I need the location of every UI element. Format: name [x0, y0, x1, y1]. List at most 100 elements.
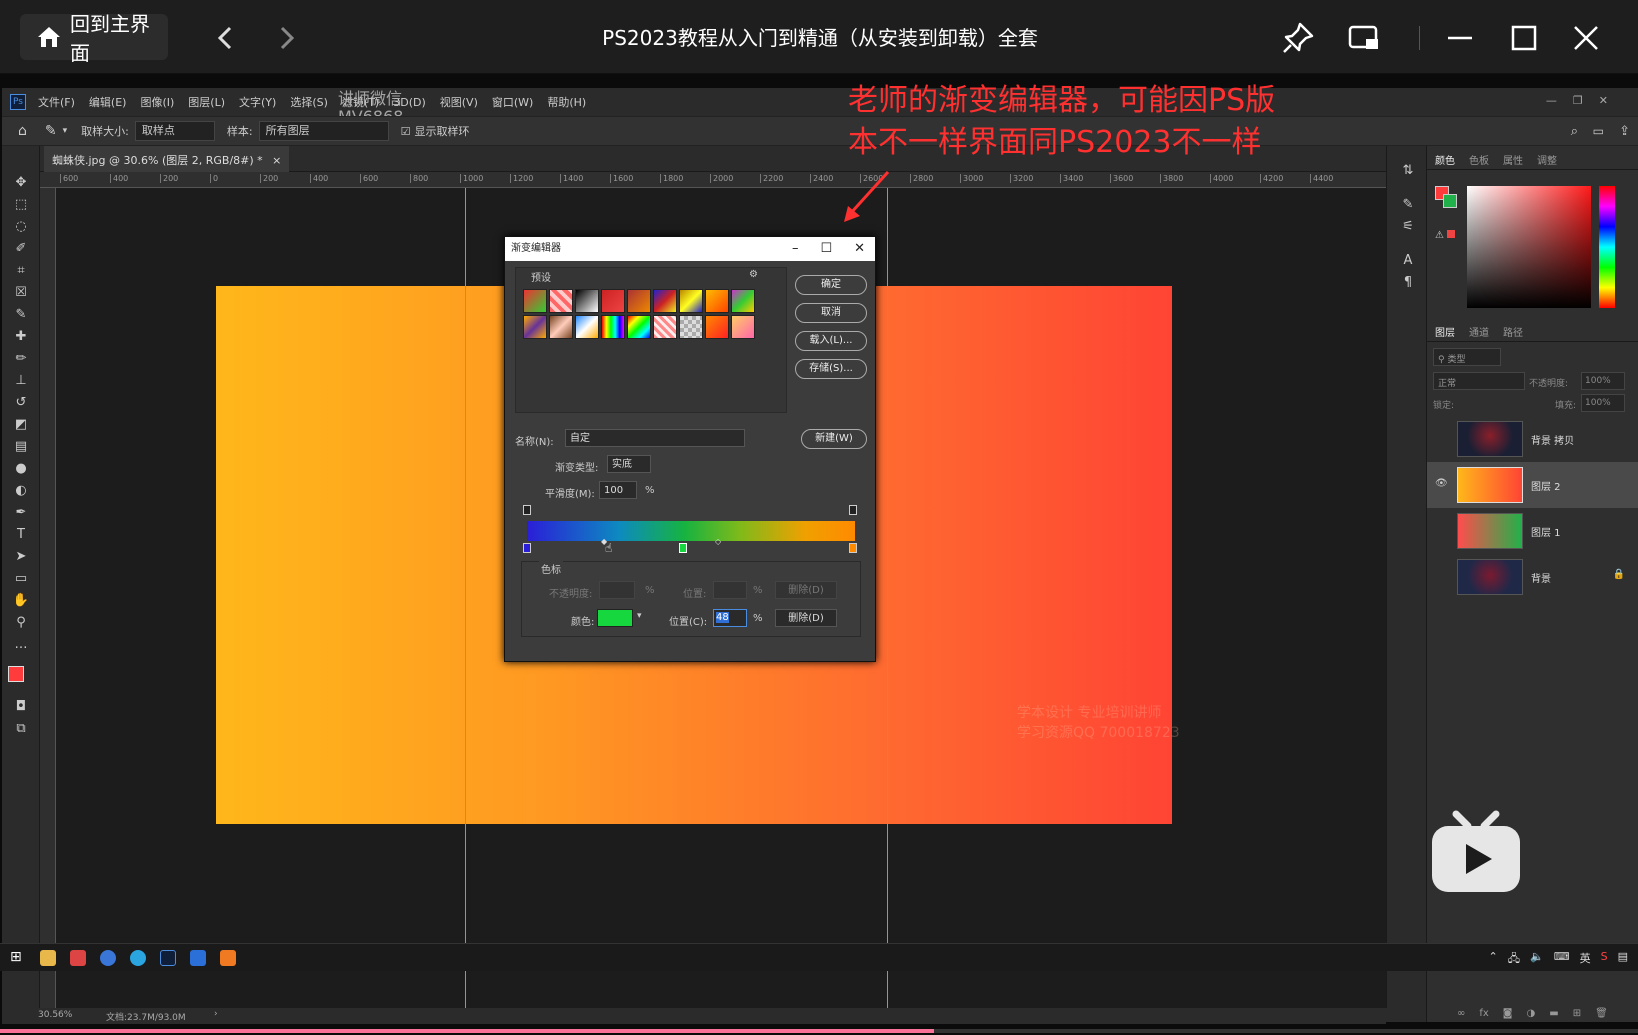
- chevron-up-icon[interactable]: ⌃: [1489, 950, 1498, 969]
- new-layer-icon[interactable]: ⊞: [1573, 1008, 1581, 1019]
- menu-window[interactable]: 窗口(W): [492, 94, 533, 110]
- quick-mask-icon[interactable]: ◘: [12, 698, 30, 716]
- edge-icon[interactable]: [130, 950, 146, 966]
- preset-swatch[interactable]: [705, 315, 729, 339]
- layer-row[interactable]: 背景 🔒: [1427, 554, 1638, 600]
- healing-tool-icon[interactable]: ✚: [12, 328, 30, 346]
- character-panel-icon[interactable]: A: [1399, 252, 1417, 270]
- preset-swatch[interactable]: [731, 315, 755, 339]
- home-button[interactable]: 回到主界面: [20, 12, 168, 65]
- menu-edit[interactable]: 编辑(E): [89, 94, 127, 110]
- preset-swatch[interactable]: [627, 315, 651, 339]
- hue-slider[interactable]: [1599, 186, 1615, 308]
- preset-swatch[interactable]: [575, 289, 599, 313]
- layer-filter-select[interactable]: ⚲ 类型: [1433, 348, 1501, 366]
- menu-image[interactable]: 图像(I): [140, 94, 174, 110]
- tab-adjustments[interactable]: 调整: [1537, 152, 1557, 167]
- pin-icon[interactable]: [1280, 20, 1316, 56]
- preset-swatch[interactable]: [627, 289, 651, 313]
- adjustment-icon[interactable]: ◑: [1527, 1008, 1536, 1019]
- background-swatch[interactable]: [1443, 194, 1457, 208]
- opacity-field[interactable]: 100%: [1581, 372, 1625, 390]
- chevron-right-icon[interactable]: ›: [214, 1009, 218, 1019]
- load-button[interactable]: 载入(L)...: [795, 331, 867, 351]
- trash-icon[interactable]: 🗑: [1595, 1008, 1608, 1019]
- player-icon[interactable]: [220, 950, 236, 966]
- windows-start-icon[interactable]: ⊞: [10, 949, 22, 965]
- preset-swatch[interactable]: [679, 289, 703, 313]
- tab-swatches[interactable]: 色板: [1469, 152, 1489, 167]
- sample-select[interactable]: 所有图层: [258, 121, 389, 141]
- rectangle-tool-icon[interactable]: ▭: [12, 570, 30, 588]
- close-tab-icon[interactable]: ×: [272, 154, 281, 167]
- preset-swatch[interactable]: [601, 289, 625, 313]
- preset-swatch[interactable]: [731, 289, 755, 313]
- crop-tool-icon[interactable]: ⌗: [12, 262, 30, 280]
- gear-icon[interactable]: ⚙: [749, 269, 758, 280]
- sample-size-select[interactable]: 取样点: [134, 121, 215, 141]
- cancel-button[interactable]: 取消: [795, 303, 867, 323]
- chevron-left-icon[interactable]: [206, 18, 246, 58]
- fx-icon[interactable]: fx: [1479, 1008, 1488, 1019]
- color-picker-field[interactable]: [1467, 186, 1591, 308]
- eyedropper-tool-icon[interactable]: ✎: [45, 123, 57, 139]
- preset-swatch[interactable]: [653, 315, 677, 339]
- maximize-icon[interactable]: ☐: [820, 237, 832, 261]
- type-tool-icon[interactable]: T: [12, 526, 30, 544]
- tab-channels[interactable]: 通道: [1469, 324, 1489, 339]
- guide-line[interactable]: [465, 188, 466, 1008]
- color-stop-selected[interactable]: [679, 543, 687, 553]
- network-icon[interactable]: 🖧: [1508, 950, 1520, 969]
- gradient-tool-icon[interactable]: ▤: [12, 438, 30, 456]
- folder-icon[interactable]: ▬: [1549, 1008, 1558, 1019]
- adjust-panel-icon[interactable]: ⚟: [1399, 218, 1417, 236]
- preset-swatch[interactable]: [549, 289, 573, 313]
- opacity-stop[interactable]: [849, 505, 857, 515]
- blur-tool-icon[interactable]: ●: [12, 460, 30, 478]
- ps-minimize-icon[interactable]: —: [1546, 94, 1557, 107]
- menu-layer[interactable]: 图层(L): [188, 94, 225, 110]
- paragraph-panel-icon[interactable]: ¶: [1399, 274, 1417, 292]
- marquee-tool-icon[interactable]: ⬚: [12, 196, 30, 214]
- link-icon[interactable]: ∞: [1457, 1008, 1465, 1019]
- sogou-icon[interactable]: S: [1601, 950, 1608, 969]
- close-icon[interactable]: ✕: [854, 237, 865, 261]
- frame-tool-icon[interactable]: ☒: [12, 284, 30, 302]
- app-icon[interactable]: [70, 950, 86, 966]
- preset-swatch[interactable]: [549, 315, 573, 339]
- layer-row[interactable]: 背景 拷贝: [1427, 416, 1638, 462]
- dodge-tool-icon[interactable]: ◐: [12, 482, 30, 500]
- history-panel-icon[interactable]: ⇅: [1399, 162, 1417, 180]
- menu-file[interactable]: 文件(F): [38, 94, 75, 110]
- guide-line[interactable]: [887, 188, 888, 1008]
- preset-swatch[interactable]: [601, 315, 625, 339]
- hand-tool-icon[interactable]: ✋: [12, 592, 30, 610]
- foreground-color-icon[interactable]: [8, 666, 24, 682]
- picture-in-picture-icon[interactable]: [1346, 20, 1382, 56]
- volume-icon[interactable]: 🔈: [1530, 950, 1544, 969]
- photoshop-taskbar-icon[interactable]: [160, 950, 176, 966]
- video-progress-bar[interactable]: [0, 1029, 1638, 1033]
- menu-help[interactable]: 帮助(H): [547, 94, 586, 110]
- history-brush-icon[interactable]: ↺: [12, 394, 30, 412]
- stamp-tool-icon[interactable]: ⊥: [12, 372, 30, 390]
- close-icon[interactable]: [1568, 20, 1604, 56]
- tab-layers[interactable]: 图层: [1435, 324, 1455, 339]
- ps-restore-icon[interactable]: ❐: [1573, 94, 1583, 107]
- ok-button[interactable]: 确定: [795, 275, 867, 295]
- pen-tool-icon[interactable]: ✒: [12, 504, 30, 522]
- preset-swatch[interactable]: [575, 315, 599, 339]
- zoom-tool-icon[interactable]: ⚲: [12, 614, 30, 632]
- location-c-field[interactable]: 48: [713, 609, 747, 627]
- ime-indicator[interactable]: 英: [1580, 950, 1591, 969]
- gradient-preview-bar[interactable]: [527, 521, 855, 541]
- workspace-icon[interactable]: ▭: [1593, 124, 1604, 138]
- more-tools-icon[interactable]: …: [12, 636, 30, 654]
- app-icon[interactable]: [190, 950, 206, 966]
- file-explorer-icon[interactable]: [40, 950, 56, 966]
- chevron-down-icon[interactable]: ▾: [637, 611, 642, 621]
- ps-close-icon[interactable]: ✕: [1599, 94, 1608, 107]
- chevron-down-icon[interactable]: ▾: [63, 126, 68, 136]
- search-icon[interactable]: ⌕: [1571, 124, 1578, 139]
- screen-mode-icon[interactable]: ⧉: [12, 720, 30, 738]
